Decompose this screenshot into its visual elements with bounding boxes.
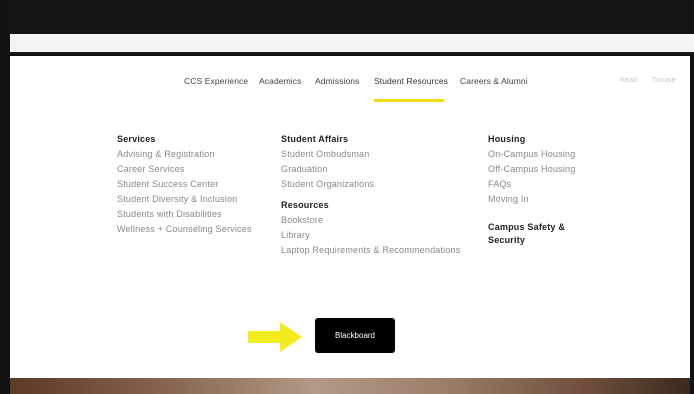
link-student-ombudsman[interactable]: Student Ombudsman: [281, 147, 461, 162]
screen-frame-left: [0, 0, 10, 394]
link-off-campus-housing[interactable]: Off-Campus Housing: [488, 162, 575, 177]
menu-column-services: Services Advising & Registration Career …: [117, 134, 252, 237]
campus-safety-heading-line2: Security: [488, 235, 526, 245]
nav-item-academics[interactable]: Academics: [259, 76, 301, 86]
link-laptop-requirements[interactable]: Laptop Requirements & Recommendations: [281, 243, 461, 258]
nav-item-admissions[interactable]: Admissions: [315, 76, 359, 86]
nav-item-student-resources[interactable]: Student Resources: [374, 76, 448, 86]
link-student-success-center[interactable]: Student Success Center: [117, 177, 252, 192]
housing-heading: Housing: [488, 134, 526, 144]
link-graduation[interactable]: Graduation: [281, 162, 461, 177]
link-advising-registration[interactable]: Advising & Registration: [117, 147, 252, 162]
browser-address-bar[interactable]: [10, 34, 694, 54]
nav-item-ccs-experience[interactable]: CCS Experience: [184, 76, 248, 86]
campus-safety-heading-line1: Campus Safety &: [488, 222, 566, 232]
link-bookstore[interactable]: Bookstore: [281, 213, 461, 228]
services-heading: Services: [117, 134, 156, 144]
active-nav-indicator: [374, 99, 444, 102]
screen-frame-right: [690, 0, 694, 394]
link-on-campus-housing[interactable]: On-Campus Housing: [488, 147, 575, 162]
link-moving-in[interactable]: Moving In: [488, 192, 575, 207]
resources-heading: Resources: [281, 200, 329, 210]
blackboard-button[interactable]: Blackboard: [315, 318, 395, 353]
nav-item-donate[interactable]: Donate: [653, 77, 676, 84]
screen-frame-top: [0, 0, 694, 34]
nav-item-read[interactable]: Read: [620, 77, 637, 84]
link-student-organizations[interactable]: Student Organizations: [281, 177, 461, 192]
hero-image-strip: [10, 378, 690, 394]
nav-item-careers-alumni[interactable]: Careers & Alumni: [460, 76, 528, 86]
student-affairs-heading: Student Affairs: [281, 134, 349, 144]
link-wellness-counseling[interactable]: Wellness + Counseling Services: [117, 222, 252, 237]
campus-safety-heading[interactable]: Campus Safety & Security: [488, 221, 575, 247]
arrow-right-icon: [248, 322, 302, 352]
menu-column-student-affairs: Student Affairs Student Ombudsman Gradua…: [281, 134, 461, 258]
menu-column-housing: Housing On-Campus Housing Off-Campus Hou…: [488, 134, 575, 250]
link-students-with-disabilities[interactable]: Students with Disabilities: [117, 207, 252, 222]
link-student-diversity-inclusion[interactable]: Student Diversity & Inclusion: [117, 192, 252, 207]
link-faqs[interactable]: FAQs: [488, 177, 575, 192]
link-library[interactable]: Library: [281, 228, 461, 243]
link-career-services[interactable]: Career Services: [117, 162, 252, 177]
web-page: CCS Experience Academics Admissions Stud…: [10, 56, 690, 378]
